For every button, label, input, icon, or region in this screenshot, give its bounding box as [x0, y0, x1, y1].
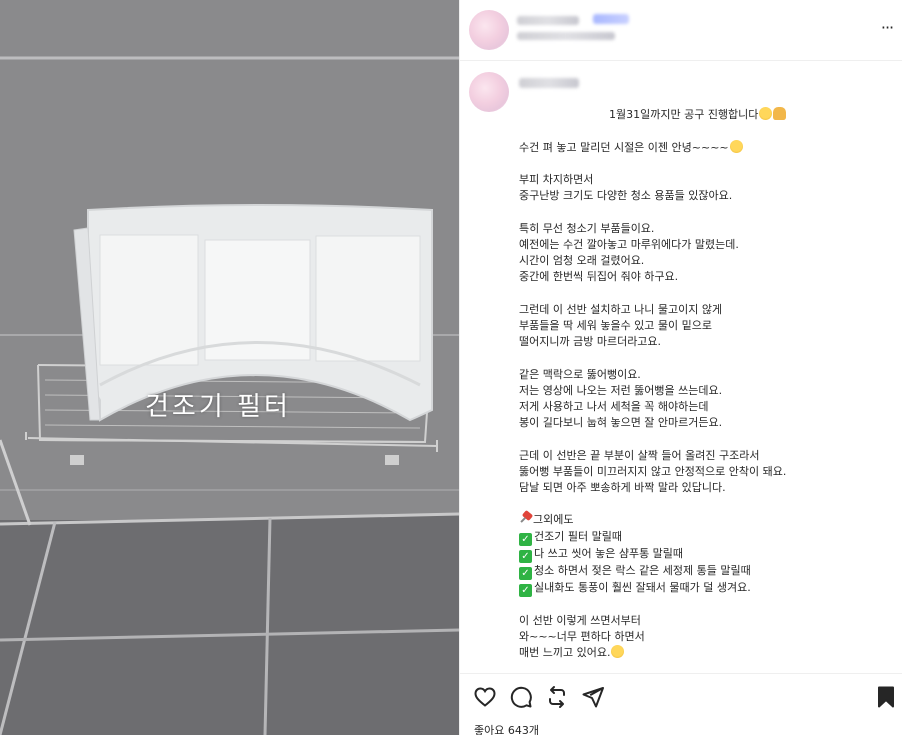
caption-author-avatar[interactable] — [469, 72, 509, 112]
crying-face-icon — [759, 107, 773, 121]
repost-icon[interactable] — [545, 685, 569, 709]
caption-line-text: 예전에는 수건 깔아놓고 마루위에다가 말렸는데. — [519, 238, 739, 251]
caption-line: 부피 차지하면서 — [519, 172, 889, 188]
caption-author-name-redacted[interactable] — [519, 78, 579, 88]
caption-line: 부품들을 딱 세워 놓을수 있고 물이 밑으로 — [519, 318, 889, 334]
post-caption: 1월31일까지만 공구 진행합니다 수건 펴 놓고 말리던 시절은 이젠 안녕~… — [519, 75, 889, 673]
post-header: ··· — [460, 0, 902, 61]
caption-line-text: 근데 이 선반은 끝 부분이 살짝 들어 올려진 구조라서 — [519, 448, 760, 462]
caption-line: 와~~~너무 편하다 하면서 — [519, 629, 889, 645]
caption-line-text: 실내화도 통풍이 훨씬 잘돼서 물때가 덜 생겨요. — [534, 580, 751, 594]
caption-line: 저는 영상에 나오는 저런 뚫어뻥을 쓰는데요. — [519, 383, 889, 399]
check-icon: ✓ — [519, 532, 532, 546]
photo-caption: 건조기 필터 — [145, 392, 291, 422]
caption-line — [519, 597, 889, 613]
caption-line-text: 청소 하면서 젖은 락스 같은 세정제 통들 말릴때 — [534, 563, 751, 577]
caption-line-text: 중간에 한번씩 뒤집어 줘야 하구요. — [519, 270, 679, 284]
caption-line: ✓ 청소 하면서 젖은 락스 같은 세정제 통들 말릴때 — [519, 563, 889, 580]
post-actions: 좋아요 643개 — [460, 673, 902, 735]
caption-line: 이 선반 이렇게 쓰면서부터 — [519, 613, 889, 629]
caption-line-text: 중구난방 크기도 다양한 청소 용품들 있잖아요. — [519, 189, 733, 203]
caption-first-line: 1월31일까지만 공구 진행합니다 — [519, 75, 889, 140]
caption-line: 특히 무선 청소기 부품들이요. — [519, 221, 889, 237]
caption-line-text: 특히 무선 청소기 부품들이요. — [519, 221, 655, 235]
check-icon: ✓ — [519, 549, 532, 563]
comment-icon[interactable] — [509, 685, 533, 709]
caption-line-text: 그외에도 — [533, 513, 574, 527]
caption-line — [519, 205, 889, 221]
caption-line-text: 부피 차지하면서 — [519, 173, 594, 187]
caption-line — [519, 431, 889, 447]
author-name-redacted[interactable] — [517, 16, 579, 25]
caption-line: ✓ 다 쓰고 씻어 놓은 샴푸통 말릴때 — [519, 546, 889, 563]
caption-line-text: 봉이 길다보니 눕혀 놓으면 잘 안마르거든요. — [519, 416, 723, 430]
caption-line-text: 저게 사용하고 나서 세척을 꼭 해야하는데 — [519, 400, 709, 413]
smiling-face-icon — [729, 139, 743, 153]
caption-line-text: 저는 영상에 나오는 저런 뚫어뻥을 쓰는데요. — [519, 383, 723, 397]
caption-line-text: 수건 펴 놓고 말리던 시절은 이젠 안녕~~~~ — [519, 140, 729, 154]
more-options-icon[interactable]: ··· — [877, 18, 897, 38]
caption-line: ✓ 실내화도 통풍이 훨씬 잘돼서 물때가 덜 생겨요. — [519, 580, 889, 597]
caption-line — [519, 350, 889, 366]
caption-line-text: 시간이 엄청 오래 걸렸어요. — [519, 254, 645, 268]
caption-line: 중간에 한번씩 뒤집어 줘야 하구요. — [519, 269, 889, 285]
caption-line — [519, 661, 889, 673]
caption-line: 매번 느끼고 있어요. — [519, 645, 889, 661]
post-panel: ··· 1월31일까지만 공구 진행합니다 수건 펴 놓고 말리던 시절은 이젠… — [459, 0, 902, 735]
caption-line-text: 매번 느끼고 있어요. — [519, 646, 611, 660]
likes-count[interactable]: 좋아요 643개 — [474, 722, 539, 735]
caption-line-text: 같은 맥락으로 뚫어뻥이요. — [519, 367, 641, 381]
follow-redacted[interactable] — [593, 14, 629, 24]
caption-line-text: 뚫어뻥 부품들이 미끄러지지 않고 안정적으로 안착이 돼요. — [519, 464, 787, 478]
comments-scroll[interactable]: 1월31일까지만 공구 진행합니다 수건 펴 놓고 말리던 시절은 이젠 안녕~… — [460, 62, 902, 673]
caption-line: 봉이 길다보니 눕혀 놓으면 잘 안마르거든요. — [519, 415, 889, 431]
caption-line: 뚫어뻥 부품들이 미끄러지지 않고 안정적으로 안착이 돼요. — [519, 464, 889, 480]
caption-line-text: 부품들을 딱 세워 놓을수 있고 물이 밑으로 — [519, 319, 713, 332]
caption-line-text: 건조기 필터 말릴때 — [534, 529, 622, 543]
heart-icon[interactable] — [473, 685, 497, 709]
caption-line: ✓ 건조기 필터 말릴때 — [519, 529, 889, 546]
caption-line: 같은 맥락으로 뚫어뻥이요. — [519, 367, 889, 383]
bookmark-icon[interactable] — [874, 685, 898, 709]
caption-line: 중구난방 크기도 다양한 청소 용품들 있잖아요. — [519, 188, 889, 204]
caption-body: 수건 펴 놓고 말리던 시절은 이젠 안녕~~~~ 부피 차지하면서중구난방 크기… — [519, 139, 889, 673]
caption-line-text: 담날 되면 아주 뽀송하게 바짝 말라 있답니다. — [519, 481, 726, 494]
location-redacted[interactable] — [517, 32, 615, 40]
caption-line-text: 와~~~너무 편하다 하면서 — [519, 629, 645, 643]
caption-line: 떨어지니까 금방 마르더라고요. — [519, 334, 889, 350]
caption-line: 담날 되면 아주 뽀송하게 바짝 말라 있답니다. — [519, 480, 889, 496]
caption-line-text: 떨어지니까 금방 마르더라고요. — [519, 335, 662, 349]
caption-line: 수건 펴 놓고 말리던 시절은 이젠 안녕~~~~ — [519, 139, 889, 156]
caption-line: 그외에도 — [519, 512, 889, 528]
post-photo[interactable]: 건조기 필터 — [0, 0, 459, 735]
photo-scene — [0, 0, 459, 735]
caption-line-text: 이 선반 이렇게 쓰면서부터 — [519, 613, 641, 627]
caption-line — [519, 156, 889, 172]
caption-line: 근데 이 선반은 끝 부분이 살짝 들어 올려진 구조라서 — [519, 448, 889, 464]
author-avatar[interactable] — [469, 10, 509, 50]
caption-line-text: 그런데 이 선반 설치하고 나니 물고이지 않게 — [519, 302, 723, 316]
caption-line: 저게 사용하고 나서 세척을 꼭 해야하는데 — [519, 399, 889, 415]
caption-line: 그런데 이 선반 설치하고 나니 물고이지 않게 — [519, 302, 889, 318]
caption-line-text: 다 쓰고 씻어 놓은 샴푸통 말릴때 — [534, 546, 684, 560]
caption-line: 시간이 엄청 오래 걸렸어요. — [519, 253, 889, 269]
caption-first-text: 1월31일까지만 공구 진행합니다 — [608, 108, 759, 122]
pin-icon — [519, 512, 532, 525]
caption-line: 예전에는 수건 깔아놓고 마루위에다가 말렸는데. — [519, 237, 889, 253]
laughing-face-icon — [611, 645, 625, 659]
caption-line — [519, 496, 889, 512]
check-icon: ✓ — [519, 583, 532, 597]
praying-hands-icon — [773, 107, 787, 121]
check-icon: ✓ — [519, 566, 532, 580]
caption-line — [519, 286, 889, 302]
send-icon[interactable] — [581, 685, 605, 709]
